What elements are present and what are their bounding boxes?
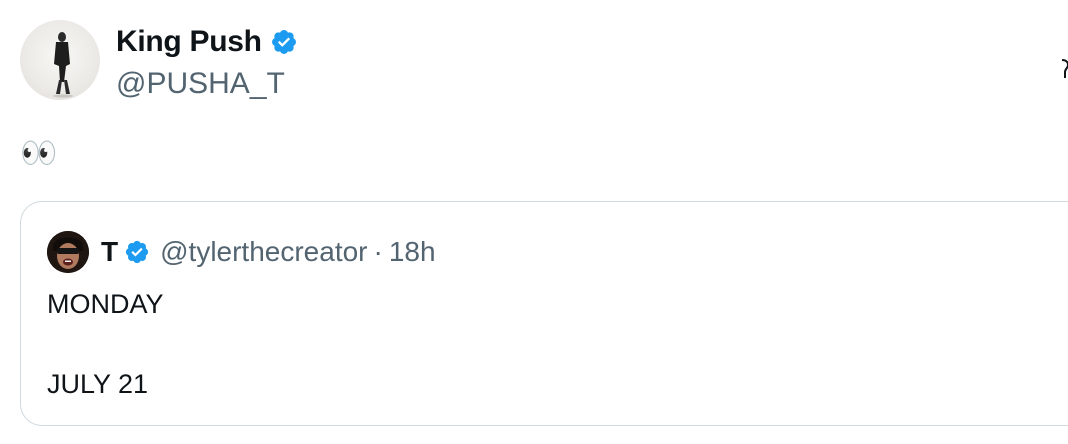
quoted-author-handle[interactable]: @tylerthecreator — [160, 234, 367, 270]
quoted-text-line: MONDAY — [47, 289, 164, 319]
author-avatar[interactable] — [20, 20, 100, 100]
quoted-author-display-name[interactable]: T — [101, 234, 118, 270]
quoted-tweet-card[interactable]: T @tylerthecreator · 18h MONDAY JULY 21 — [20, 201, 1068, 426]
tweet-header: King Push @PUSHA_T — [20, 20, 1068, 100]
author-display-name[interactable]: King Push — [116, 24, 262, 60]
face-avatar-icon — [47, 231, 89, 273]
verified-badge-icon — [271, 30, 296, 54]
verified-badge-icon — [126, 240, 149, 264]
quoted-timestamp[interactable]: 18h — [389, 234, 436, 270]
author-handle[interactable]: @PUSHA_T — [116, 66, 285, 102]
author-name-row: King Push — [116, 24, 298, 60]
more-options-icon[interactable] — [1056, 56, 1068, 82]
separator-dot: · — [373, 236, 383, 267]
person-standing-avatar-icon — [53, 32, 73, 98]
quoted-author-row: T @tylerthecreator · 18h — [47, 231, 436, 273]
quoted-text-line: JULY 21 — [47, 369, 149, 399]
quoted-author-avatar[interactable] — [47, 231, 89, 273]
tweet-text: 👀 — [20, 137, 58, 170]
